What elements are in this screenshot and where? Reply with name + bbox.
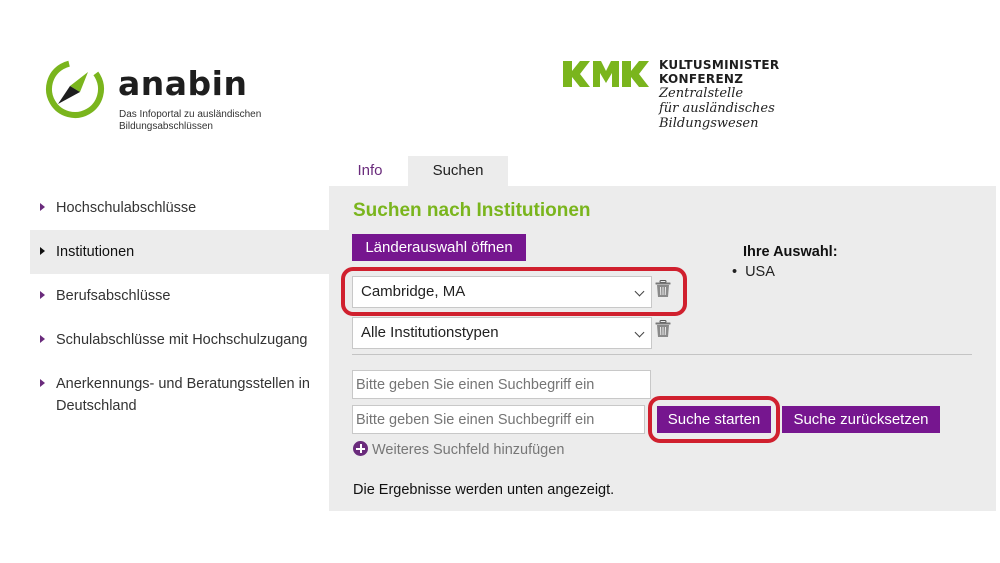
sidebar-item-schulabschluesse[interactable]: Schulabschlüsse mit Hochschulzugang <box>30 318 330 362</box>
city-select[interactable]: Cambridge, MA <box>352 276 652 308</box>
kmk-line-1: KULTUSMINISTER <box>659 58 780 72</box>
sidebar-item-label: Schulabschlüsse mit Hochschulzugang <box>56 332 308 348</box>
trash-icon[interactable] <box>655 320 671 338</box>
sidebar-item-label: Anerkennungs- und Beratungsstellen in De… <box>56 376 310 414</box>
chevron-down-icon <box>634 327 645 338</box>
divider <box>352 354 972 355</box>
kmk-line-5: Bildungswesen <box>659 116 759 131</box>
start-search-button[interactable]: Suche starten <box>657 406 771 433</box>
sidebar-item-label: Institutionen <box>56 244 135 260</box>
search-panel: Suchen nach Institutionen Länderauswahl … <box>329 186 996 511</box>
plus-circle-icon <box>353 441 368 456</box>
chevron-down-icon <box>634 286 645 297</box>
search-term-input-2[interactable] <box>352 405 645 434</box>
kmk-line-3: Zentralstelle <box>659 86 744 101</box>
add-search-field-link[interactable]: Weiteres Suchfeld hinzufügen <box>353 441 564 458</box>
page-title: Suchen nach Institutionen <box>353 200 591 221</box>
sidebar: Hochschulabschlüsse Institutionen Berufs… <box>30 186 330 428</box>
trash-icon[interactable] <box>655 280 671 298</box>
kmk-wordmark: KULTUSMINISTER KONFERENZ Zentralstelle f… <box>659 58 819 131</box>
anabin-title: anabin <box>118 64 248 103</box>
kmk-logo-icon <box>563 61 649 87</box>
tab-suchen[interactable]: Suchen <box>408 156 508 186</box>
institution-type-value: Alle Institutionstypen <box>361 324 499 341</box>
anabin-subtitle: Das Infoportal zu ausländischen Bildungs… <box>119 109 262 132</box>
triangle-right-icon <box>40 379 45 387</box>
triangle-right-icon <box>40 203 45 211</box>
triangle-right-icon <box>40 335 45 343</box>
city-select-value: Cambridge, MA <box>361 283 466 300</box>
kmk-line-4: für ausländisches <box>659 101 775 116</box>
sidebar-item-institutionen[interactable]: Institutionen <box>30 230 330 274</box>
institution-type-select[interactable]: Alle Institutionstypen <box>352 317 652 349</box>
add-search-field-label: Weiteres Suchfeld hinzufügen <box>372 442 565 458</box>
sidebar-item-hochschulabschluesse[interactable]: Hochschulabschlüsse <box>30 186 330 230</box>
reset-search-button[interactable]: Suche zurücksetzen <box>782 406 940 433</box>
sidebar-item-anerkennungsstellen[interactable]: Anerkennungs- und Beratungsstellen in De… <box>30 362 330 428</box>
compass-icon <box>46 60 104 118</box>
country-selection-button[interactable]: Länderauswahl öffnen <box>352 234 526 261</box>
results-note: Die Ergebnisse werden unten angezeigt. <box>353 482 615 498</box>
sidebar-item-berufsabschluesse[interactable]: Berufsabschlüsse <box>30 274 330 318</box>
kmk-line-2: KONFERENZ <box>659 72 744 86</box>
tab-info[interactable]: Info <box>340 156 400 186</box>
sidebar-item-label: Hochschulabschlüsse <box>56 200 197 216</box>
triangle-right-icon <box>40 247 45 255</box>
sidebar-item-label: Berufsabschlüsse <box>56 288 171 304</box>
selection-item: USA <box>732 264 775 280</box>
search-term-input-1[interactable] <box>352 370 651 399</box>
selection-label: Ihre Auswahl: <box>743 244 838 260</box>
triangle-right-icon <box>40 291 45 299</box>
